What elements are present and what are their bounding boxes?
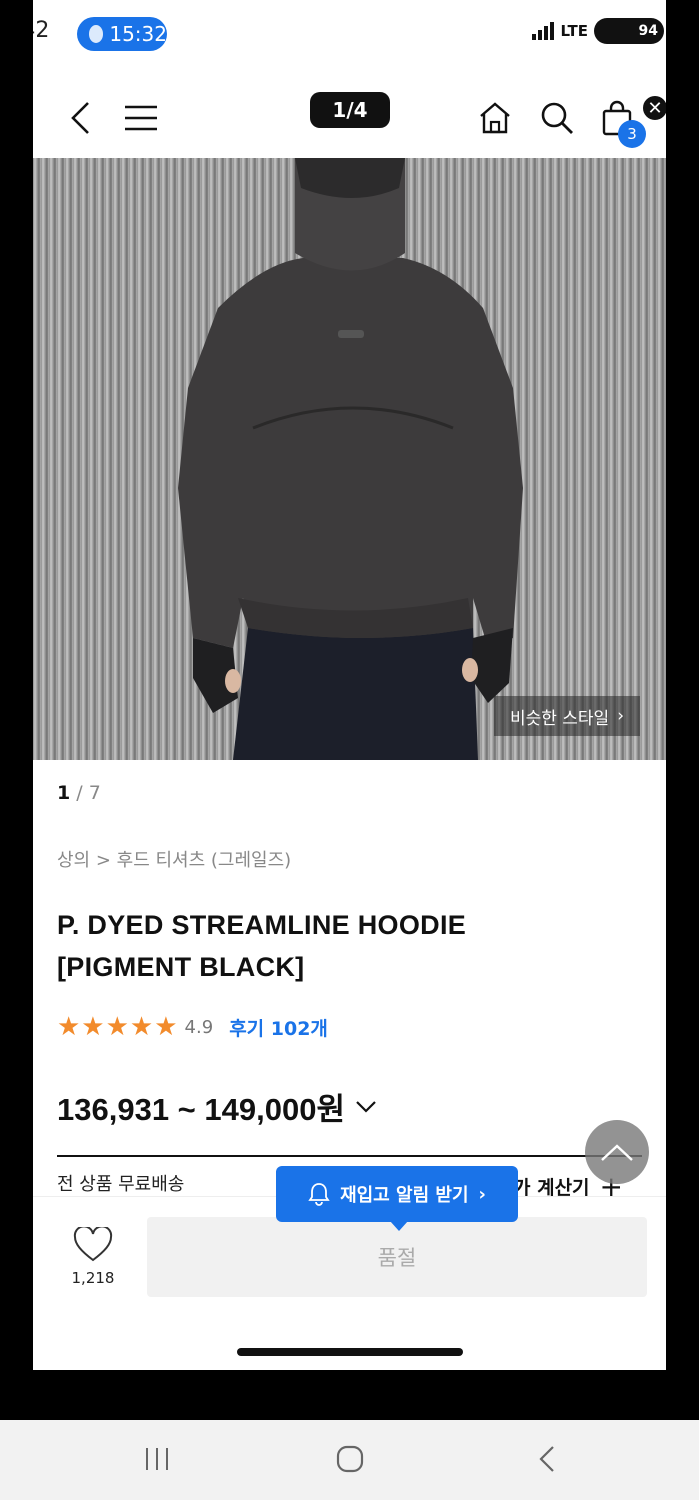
chevron-left-icon <box>539 1446 554 1472</box>
status-time: 3:42 <box>33 18 50 43</box>
recents-button[interactable] <box>140 1442 174 1476</box>
image-index-total: 7 <box>88 782 101 804</box>
close-button[interactable]: ✕ <box>641 94 666 122</box>
star-rating-icon: ★★★★★ <box>57 1012 179 1042</box>
page-counter-badge: 1/4 <box>310 92 390 128</box>
restock-alert-label: 재입고 알림 받기 <box>340 1185 469 1206</box>
menu-button[interactable] <box>119 96 163 140</box>
image-index: 1 / 7 <box>57 782 101 804</box>
search-button[interactable] <box>535 96 579 140</box>
top-nav-bar: 1/4 3 ✕ <box>33 80 666 156</box>
section-divider <box>57 1155 642 1157</box>
free-shipping-label: 전 상품 무료배송 <box>57 1174 185 1195</box>
battery-icon: 94 <box>594 18 664 44</box>
home-indicator[interactable] <box>237 1348 463 1356</box>
similar-style-button[interactable]: 비슷한 스타일 › <box>493 696 640 736</box>
phone-icon <box>89 25 104 43</box>
product-photo <box>178 158 523 760</box>
back-button[interactable] <box>59 96 103 140</box>
search-icon <box>541 102 573 134</box>
rating-row: ★★★★★ 4.9 후기 102개 <box>57 1012 328 1042</box>
device-frame-left <box>0 0 33 1420</box>
product-title-line1: P. DYED STREAMLINE HOODIE <box>57 910 467 940</box>
category-breadcrumb[interactable]: 상의 > 후드 티셔츠 (그레일즈) <box>57 846 291 872</box>
network-label: LTE <box>560 22 588 40</box>
app-screen: 3:42 15:32 LTE 94 1/4 <box>33 0 666 1370</box>
heart-icon <box>73 1225 113 1262</box>
chevron-left-icon <box>71 102 89 134</box>
product-title-line2: [PIGMENT BLACK] <box>57 952 305 982</box>
hamburger-icon <box>125 105 157 131</box>
system-home-button[interactable] <box>333 1442 367 1476</box>
system-nav-bar <box>0 1420 699 1500</box>
image-index-separator: / <box>76 782 89 804</box>
chevron-up-icon <box>601 1144 633 1161</box>
close-icon: ✕ <box>647 97 663 119</box>
battery-level: 94 <box>638 23 658 39</box>
device-frame-right <box>666 0 699 1420</box>
product-image-gallery[interactable]: 비슷한 스타일 › <box>33 158 666 760</box>
signal-icon <box>532 22 555 40</box>
call-timer: 15:32 <box>109 22 167 46</box>
home-button[interactable] <box>473 96 517 140</box>
image-index-current: 1 <box>57 782 71 804</box>
cart-count-badge: 3 <box>618 120 646 148</box>
scroll-to-top-button[interactable] <box>585 1120 649 1184</box>
like-button[interactable]: 1,218 <box>63 1225 123 1287</box>
bell-icon <box>308 1183 330 1206</box>
chevron-down-icon <box>356 1100 376 1113</box>
recents-icon <box>146 1448 168 1470</box>
system-back-button[interactable] <box>530 1442 564 1476</box>
price-range: 136,931 ~ 149,000원 <box>57 1092 345 1127</box>
rounded-square-icon <box>336 1445 364 1473</box>
like-count: 1,218 <box>71 1269 115 1287</box>
price-row[interactable]: 136,931 ~ 149,000원 <box>57 1084 377 1129</box>
chevron-right-icon: › <box>617 706 624 726</box>
restock-alert-button[interactable]: 재입고 알림 받기 › <box>276 1166 518 1231</box>
similar-style-label: 비슷한 스타일 <box>509 708 610 729</box>
home-icon <box>480 102 510 134</box>
status-bar: 3:42 15:32 LTE 94 <box>33 0 666 62</box>
chevron-right-icon: › <box>478 1183 486 1205</box>
review-count-link[interactable]: 후기 102개 <box>229 1014 328 1041</box>
ongoing-call-pill[interactable]: 15:32 <box>77 17 167 51</box>
status-icons: LTE 94 <box>532 18 664 44</box>
rating-value: 4.9 <box>184 1016 214 1038</box>
product-title: P. DYED STREAMLINE HOODIE [PIGMENT BLACK… <box>57 904 617 988</box>
